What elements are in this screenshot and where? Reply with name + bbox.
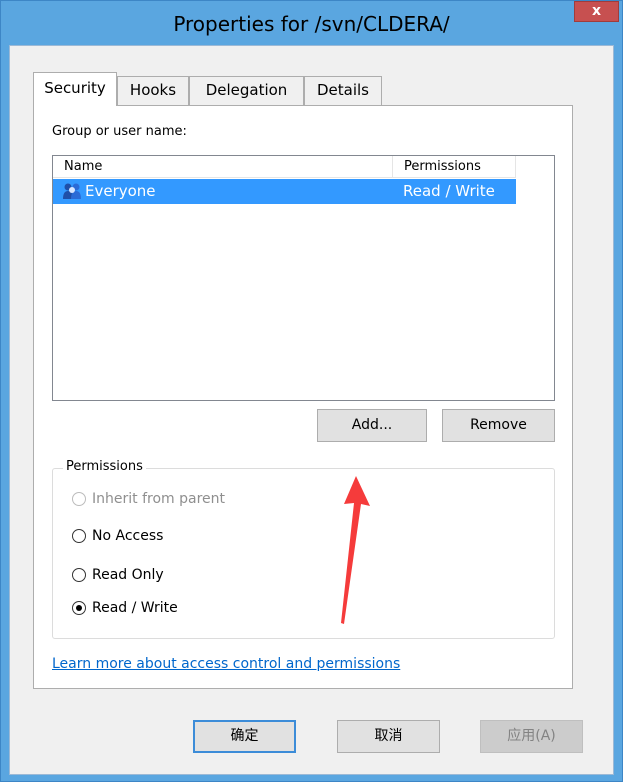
radio-label: Inherit from parent xyxy=(92,491,225,507)
radio-read-write[interactable]: Read / Write xyxy=(72,598,178,618)
user-permissions: Read / Write xyxy=(403,182,495,200)
user-name: Everyone xyxy=(85,182,156,200)
red-arrow-annotation xyxy=(341,476,370,624)
radio-no-access[interactable]: No Access xyxy=(72,526,163,546)
tab-hooks[interactable]: Hooks xyxy=(117,76,189,105)
properties-window: Properties for /svn/CLDERA/ x Security H… xyxy=(0,0,623,782)
list-header: Name Permissions xyxy=(53,156,516,178)
radio-circle xyxy=(72,568,86,582)
close-button[interactable]: x xyxy=(574,1,619,22)
radio-label: Read Only xyxy=(92,567,164,583)
permissions-group: Permissions Inherit from parent No Acces… xyxy=(52,459,555,639)
radio-label: No Access xyxy=(92,528,164,544)
radio-circle xyxy=(72,529,86,543)
title-bar[interactable]: Properties for /svn/CLDERA/ x xyxy=(1,1,622,45)
cancel-button[interactable]: 取消 xyxy=(337,720,440,753)
ok-button[interactable]: 确定 xyxy=(193,720,296,753)
tab-details[interactable]: Details xyxy=(304,76,382,105)
permissions-legend: Permissions xyxy=(63,459,146,474)
add-button[interactable]: Add... xyxy=(317,409,427,442)
column-header-name[interactable]: Name xyxy=(53,156,393,178)
help-link[interactable]: Learn more about access control and perm… xyxy=(52,656,400,672)
radio-label: Read / Write xyxy=(92,600,178,616)
column-header-permissions[interactable]: Permissions xyxy=(393,156,516,178)
user-list[interactable]: Name Permissions Everyone Read / Write xyxy=(52,155,555,401)
list-item[interactable]: Everyone Read / Write xyxy=(53,179,516,204)
dialog-client: Security Hooks Delegation Details Group … xyxy=(9,45,614,775)
tab-delegation[interactable]: Delegation xyxy=(189,76,304,105)
users-group-icon xyxy=(63,183,81,199)
apply-button[interactable]: 应用(A) xyxy=(480,720,583,753)
remove-button[interactable]: Remove xyxy=(442,409,555,442)
radio-circle xyxy=(72,492,86,506)
tab-security[interactable]: Security xyxy=(33,72,117,106)
radio-circle xyxy=(72,601,86,615)
group-user-label: Group or user name: xyxy=(52,124,187,139)
radio-read-only[interactable]: Read Only xyxy=(72,565,164,585)
window-title: Properties for /svn/CLDERA/ xyxy=(173,12,450,36)
security-panel: Group or user name: Name Permissions Eve… xyxy=(33,105,573,689)
radio-inherit-from-parent: Inherit from parent xyxy=(72,489,225,509)
